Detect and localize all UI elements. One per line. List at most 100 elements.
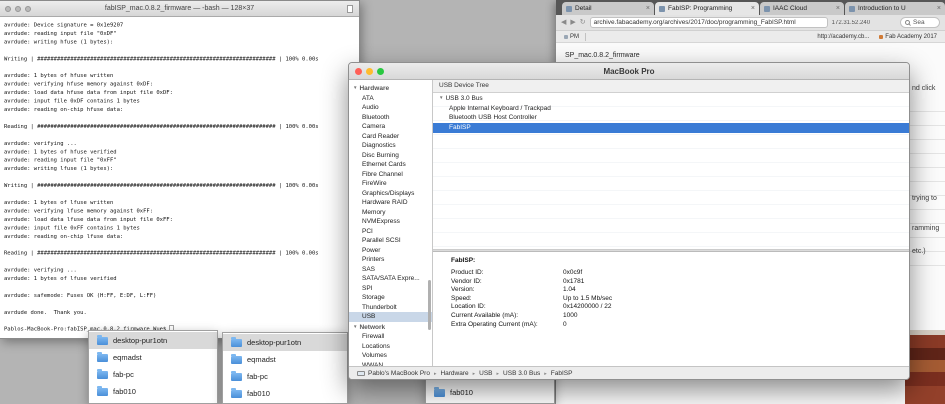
bookmarks-right-group: http://academy.cb... Fab Academy 2017 [817,34,937,40]
disclosure-triangle-icon[interactable]: ▼ [353,324,357,329]
sysinfo-titlebar[interactable]: MacBook Pro [349,63,909,80]
bookmark-item-pm[interactable]: PM [564,34,579,40]
sidebar-item[interactable]: WWAN [349,361,432,367]
sidebar-item[interactable]: SATA/SATA Expre... [349,274,432,284]
minimize-button[interactable] [366,67,373,75]
sidebar-item[interactable]: Card Reader [349,132,432,142]
reload-icon[interactable]: ↻ [580,19,586,26]
close-tab-icon[interactable]: × [937,5,941,12]
close-tab-icon[interactable]: × [646,5,650,12]
sidebar-item[interactable]: Ethernet Cards [349,160,432,170]
breadcrumb-item[interactable]: USB [469,370,492,377]
browser-tab[interactable]: Detail × [562,2,654,15]
tree-root-usb-bus[interactable]: ▼ USB 3.0 Bus [433,93,909,104]
terminal-titlebar[interactable]: fabISP_mac.0.8.2_firmware — -bash — 128×… [0,1,359,17]
disclosure-triangle-icon[interactable]: ▼ [439,95,443,100]
sidebar-item[interactable]: Firewall [349,332,432,342]
terminal-content[interactable]: avrdude: Device signature = 0x1e9207 avrd… [0,17,359,338]
sidebar-item[interactable]: SAS [349,265,432,275]
file-name: fab-pc [113,370,134,379]
toolbar-link[interactable]: 172.31.52.240 [832,20,870,26]
tree-row[interactable]: FabISP [433,123,909,133]
finder-row[interactable]: inthat [89,400,217,403]
tree-children: Apple Internal Keyboard / Trackpad Blueto… [433,104,909,133]
finder-row[interactable]: desktop-pur1otn [89,332,217,349]
sidebar-item[interactable]: Volumes [349,351,432,361]
browser-tab[interactable]: IAAC Cloud × [760,2,844,15]
disclosure-triangle-icon[interactable]: ▼ [353,85,357,90]
tree-row[interactable]: Bluetooth USB Host Controller [433,113,909,123]
detail-label: Speed: [451,294,472,302]
tab-favicon-icon [849,5,855,12]
tab-favicon-icon [566,5,572,12]
sidebar-section-network[interactable]: ▼ Network [349,322,432,333]
sidebar-item[interactable]: Thunderbolt [349,303,432,313]
sidebar-item[interactable]: PCI [349,227,432,237]
breadcrumb-item[interactable]: Pablo's MacBook Pro [368,370,430,377]
sidebar-item[interactable]: SPI [349,284,432,294]
sidebar-item[interactable]: Locations [349,342,432,352]
forward-icon[interactable]: ▶ [570,19,575,26]
sidebar-item[interactable]: Hardware RAID [349,198,432,208]
detail-label: Vendor ID: [451,277,482,285]
bookmark-item-fab-academy[interactable]: Fab Academy 2017 [879,34,937,40]
breadcrumb-item[interactable]: FabISP [540,370,573,377]
search-input[interactable]: Sea [900,17,940,28]
sidebar-item[interactable]: Storage [349,293,432,303]
sidebar-item[interactable]: Bluetooth [349,113,432,123]
sidebar-item[interactable]: Disc Burning [349,151,432,161]
sidebar-item[interactable]: USB [349,312,432,322]
detail-label: Current Available (mA): [451,311,519,319]
sidebar-item[interactable]: Diagnostics [349,141,432,151]
sidebar-item[interactable]: Parallel SCSI [349,236,432,246]
search-icon [905,20,910,25]
breadcrumb-item[interactable]: USB 3.0 Bus [493,370,540,377]
terminal-line: avrdude: safemode: Fuses OK (H:FF, E:DF,… [4,291,157,299]
finder-row[interactable]: desktop-pur1otn [223,334,347,351]
finder-row[interactable]: fab010 [426,384,554,401]
finder-row[interactable]: fab-pc [89,366,217,383]
terminal-line: avrdude: load data lfuse data from input… [4,215,173,223]
sidebar-item[interactable]: Power [349,246,432,256]
sidebar-scrollbar[interactable] [428,280,431,330]
tree-row[interactable]: Apple Internal Keyboard / Trackpad [433,104,909,114]
sidebar-item[interactable]: Audio [349,103,432,113]
browser-tab[interactable]: FabISP: Programming × [655,2,759,15]
detail-row: Location ID: 0x14200000 / 22 [451,303,909,312]
page-text-fragment: nd click [912,85,936,92]
sidebar-item[interactable]: Fibre Channel [349,170,432,180]
tree-root-label: USB 3.0 Bus [445,95,483,102]
mac-icon [357,370,365,376]
close-tab-icon[interactable]: × [836,5,840,12]
bookmark-item-academy-url[interactable]: http://academy.cb... [817,34,869,40]
page-heading-fragment: SP_mac.0.8.2_firmware [565,52,640,59]
terminal-window: fabISP_mac.0.8.2_firmware — -bash — 128×… [0,0,360,339]
browser-tab-strip: Detail × FabISP: Programming × IAAC Clou… [556,0,945,15]
sidebar-item[interactable]: Printers [349,255,432,265]
url-bar[interactable]: archive.fabacademy.org/archives/2017/doc… [589,17,828,28]
sidebar-item[interactable]: Memory [349,208,432,218]
finder-row[interactable]: eqmadst [89,349,217,366]
breadcrumb-item[interactable]: Hardware [430,370,468,377]
back-icon[interactable]: ◀ [561,19,566,26]
finder-row[interactable]: fab010 [223,385,347,402]
sidebar-section-hardware[interactable]: ▼ Hardware [349,83,432,94]
sidebar-item[interactable]: ATA [349,94,432,104]
close-tab-icon[interactable]: × [751,5,755,12]
detail-value: 0x14200000 / 22 [563,303,612,311]
sidebar-item[interactable]: NVMExpress [349,217,432,227]
breadcrumb: Pablo's MacBook ProHardwareUSBUSB 3.0 Bu… [368,370,572,377]
sidebar-item[interactable]: Camera [349,122,432,132]
zoom-button[interactable] [377,67,384,75]
search-text: Sea [913,19,925,26]
sidebar-item[interactable]: Graphics/Displays [349,189,432,199]
finder-row[interactable]: eqmadst [223,351,347,368]
close-button[interactable] [355,67,362,75]
finder-row[interactable]: fab-pc [223,368,347,385]
browser-tab[interactable]: Introduction to U × [845,2,945,15]
finder-row[interactable]: fab010 [89,383,217,400]
sidebar-item[interactable]: FireWire [349,179,432,189]
